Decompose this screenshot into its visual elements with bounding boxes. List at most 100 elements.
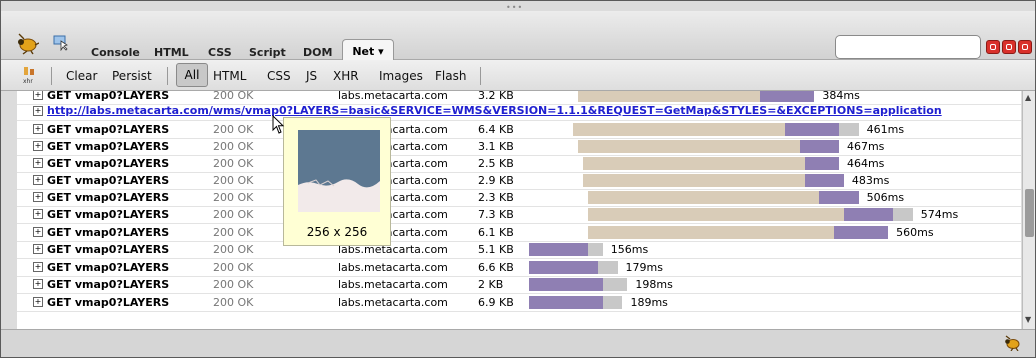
- scrollbar-thumb[interactable]: [1025, 189, 1034, 237]
- table-row[interactable]: + GET vmap0?LAYERS 200 OK labs.metacarta.co…: [17, 172, 1021, 190]
- request-url-link[interactable]: http://labs.metacarta.com/wms/vmap0?LAYE…: [47, 104, 942, 117]
- request-status: 200 OK: [213, 191, 254, 204]
- request-status: 200 OK: [213, 208, 254, 221]
- expand-icon[interactable]: +: [33, 124, 43, 134]
- vertical-scrollbar[interactable]: ▲ ▼: [1022, 91, 1035, 329]
- firebug-window: ••• Console HTML CSS Script DOM Net ▾ xh…: [0, 0, 1036, 358]
- request-size: 6.9 KB: [478, 296, 514, 309]
- tab-console[interactable]: Console: [91, 46, 140, 59]
- xhr-icon[interactable]: xhr: [23, 67, 37, 85]
- image-thumbnail: [298, 130, 380, 212]
- filter-js-button[interactable]: JS: [306, 69, 317, 83]
- table-row[interactable]: + GET vmap0?LAYERS 200 OK labs.metacarta.co…: [17, 294, 1021, 312]
- table-row[interactable]: + GET vmap0?LAYERS 200 OK labs.metacarta.co…: [17, 259, 1021, 277]
- clear-button[interactable]: Clear: [66, 69, 97, 83]
- timeline-wait-bar: [578, 140, 800, 153]
- request-url: GET vmap0?LAYERS: [47, 261, 170, 274]
- request-status: 200 OK: [213, 278, 254, 291]
- tab-script[interactable]: Script: [249, 46, 286, 59]
- request-url: GET vmap0?LAYERS: [47, 91, 170, 102]
- filter-xhr-button[interactable]: XHR: [333, 69, 359, 83]
- table-row[interactable]: + GET vmap0?LAYERS 200 OK labs.metacarta.co…: [17, 241, 1021, 259]
- close-icon[interactable]: [1018, 40, 1032, 54]
- table-row[interactable]: + GET vmap0?LAYERS 200 OK labs.metacarta.co…: [17, 206, 1021, 224]
- request-status: 200 OK: [213, 123, 254, 136]
- request-url: GET vmap0?LAYERS: [47, 243, 170, 256]
- inspect-icon[interactable]: [53, 35, 69, 51]
- scroll-down-icon[interactable]: ▼: [1025, 315, 1031, 324]
- expand-icon[interactable]: +: [33, 227, 43, 237]
- filter-all-button[interactable]: All: [176, 63, 208, 87]
- filter-css-button[interactable]: CSS: [267, 69, 291, 83]
- net-toolbar: xhr Clear Persist All HTML CSS JS XHR Im…: [1, 60, 1035, 91]
- toolbar-separator: [480, 67, 481, 85]
- request-url: GET vmap0?LAYERS: [47, 140, 170, 153]
- request-time: 198ms: [635, 278, 673, 291]
- request-url: GET vmap0?LAYERS: [47, 157, 170, 170]
- request-status: 200 OK: [213, 261, 254, 274]
- request-status: 200 OK: [213, 174, 254, 187]
- firebug-icon[interactable]: [15, 33, 39, 55]
- search-input[interactable]: [835, 35, 981, 59]
- timeline-cache-bar: [588, 243, 603, 256]
- request-url: GET vmap0?LAYERS: [47, 278, 170, 291]
- expand-icon[interactable]: +: [33, 192, 43, 202]
- table-row[interactable]: + GET vmap0?LAYERS 200 OK labs.metacarta.co…: [17, 155, 1021, 173]
- cursor-icon: [272, 115, 285, 134]
- expand-icon[interactable]: +: [33, 106, 43, 116]
- expand-icon[interactable]: +: [33, 244, 43, 254]
- timeline-receive-bar: [529, 243, 589, 256]
- timeline-cache-bar: [602, 278, 628, 291]
- table-row[interactable]: + GET vmap0?LAYERS 200 OK labs.metacarta.co…: [17, 224, 1021, 242]
- request-domain: labs.metacarta.com: [338, 261, 448, 274]
- timeline-cache-bar: [597, 261, 618, 274]
- expand-icon[interactable]: +: [33, 158, 43, 168]
- request-status: 200 OK: [213, 243, 254, 256]
- table-row[interactable]: + GET vmap0?LAYERS 200 OK labs.metacarta.co…: [17, 121, 1021, 139]
- timeline-receive-bar: [529, 278, 603, 291]
- table-row[interactable]: + GET vmap0?LAYERS 200 OK labs.metacarta.co…: [17, 189, 1021, 207]
- persist-button[interactable]: Persist: [112, 69, 152, 83]
- timeline-receive-bar: [529, 296, 603, 309]
- filter-images-button[interactable]: Images: [379, 69, 423, 83]
- request-url: GET vmap0?LAYERS: [47, 296, 170, 309]
- request-size: 5.1 KB: [478, 243, 514, 256]
- request-status: 200 OK: [213, 140, 254, 153]
- request-url: GET vmap0?LAYERS: [47, 123, 170, 136]
- request-size: 7.3 KB: [478, 208, 514, 221]
- request-size: 2.9 KB: [478, 174, 514, 187]
- request-url-row[interactable]: + http://labs.metacarta.com/wms/vmap0?LAY…: [17, 103, 1021, 121]
- timeline-receive-bar: [784, 123, 839, 136]
- expand-icon[interactable]: +: [33, 262, 43, 272]
- table-row[interactable]: + GET vmap0?LAYERS 200 OK labs.metacarta.co…: [17, 276, 1021, 294]
- timeline-wait-bar: [578, 91, 761, 102]
- svg-text:xhr: xhr: [23, 78, 33, 85]
- request-time: 464ms: [846, 157, 885, 170]
- timeline-receive-bar: [804, 174, 844, 187]
- expand-icon[interactable]: +: [33, 279, 43, 289]
- expand-icon[interactable]: +: [33, 297, 43, 307]
- timeline-wait-bar: [588, 208, 844, 221]
- expand-icon[interactable]: +: [33, 141, 43, 151]
- minimize-icon[interactable]: [986, 40, 1000, 54]
- tab-html[interactable]: HTML: [154, 46, 189, 59]
- expand-icon[interactable]: +: [33, 91, 43, 100]
- table-row[interactable]: + GET vmap0?LAYERS 200 OK labs.metacarta.co…: [17, 138, 1021, 156]
- request-time: 461ms: [866, 123, 905, 136]
- scroll-up-icon[interactable]: ▲: [1025, 93, 1031, 102]
- filter-html-button[interactable]: HTML: [213, 69, 246, 83]
- tab-css[interactable]: CSS: [208, 46, 232, 59]
- restore-icon[interactable]: [1002, 40, 1016, 54]
- request-size: 2.5 KB: [478, 157, 514, 170]
- firebug-status-icon[interactable]: [1003, 335, 1021, 351]
- filter-flash-button[interactable]: Flash: [435, 69, 466, 83]
- request-time: 560ms: [896, 226, 934, 239]
- expand-icon[interactable]: +: [33, 175, 43, 185]
- timeline-wait-bar: [573, 123, 785, 136]
- request-time: 384ms: [822, 91, 860, 102]
- tab-dom[interactable]: DOM: [303, 46, 332, 59]
- map-tile-image: [298, 130, 380, 212]
- request-size: 6.4 KB: [478, 123, 514, 136]
- expand-icon[interactable]: +: [33, 209, 43, 219]
- main-toolbar: Console HTML CSS Script DOM Net ▾: [1, 11, 1035, 63]
